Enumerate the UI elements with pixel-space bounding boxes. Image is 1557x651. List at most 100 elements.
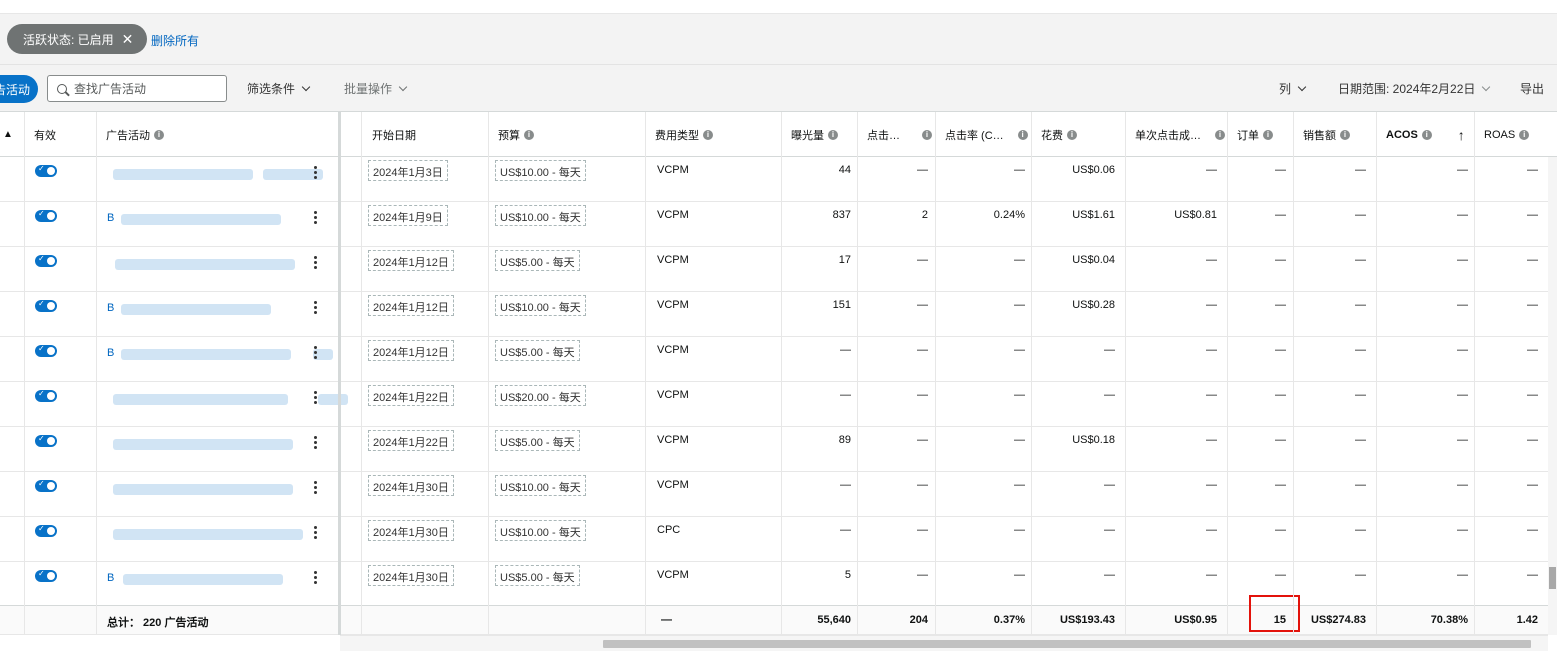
header-campaign[interactable]: 广告活动 i bbox=[96, 112, 164, 157]
budget-field[interactable]: US$5.00 - 每天 bbox=[495, 430, 580, 451]
info-icon[interactable]: i bbox=[524, 129, 534, 140]
status-filter-chip[interactable]: 活跃状态: 已启用 ✕ bbox=[7, 24, 148, 54]
active-toggle[interactable] bbox=[35, 524, 57, 537]
active-toggle[interactable] bbox=[35, 569, 57, 582]
campaign-name-link[interactable]: B bbox=[107, 302, 287, 316]
frozen-column-divider[interactable] bbox=[338, 112, 341, 635]
campaign-name-link[interactable] bbox=[107, 482, 293, 496]
info-icon[interactable]: i bbox=[1421, 129, 1432, 140]
budget-field[interactable]: US$10.00 - 每天 bbox=[495, 295, 586, 316]
start-date-field[interactable]: 2024年1月30日 bbox=[368, 520, 454, 541]
more-options-icon[interactable] bbox=[314, 436, 318, 450]
more-options-icon[interactable] bbox=[314, 526, 318, 540]
campaign-name-link[interactable] bbox=[107, 392, 348, 406]
campaign-name-link[interactable] bbox=[107, 257, 295, 271]
campaign-name-link[interactable] bbox=[107, 167, 323, 181]
remove-all-link[interactable]: 删除所有 bbox=[151, 32, 199, 49]
cell-orders: — bbox=[1275, 209, 1286, 221]
info-icon[interactable]: i bbox=[1340, 129, 1350, 140]
create-campaign-button[interactable]: 告活动 bbox=[0, 75, 38, 103]
campaign-name-link[interactable]: B bbox=[107, 212, 287, 226]
start-date-field[interactable]: 2024年1月9日 bbox=[368, 205, 448, 226]
more-options-icon[interactable] bbox=[314, 301, 318, 315]
more-options-icon[interactable] bbox=[314, 166, 318, 180]
budget-field[interactable]: US$10.00 - 每天 bbox=[495, 205, 586, 226]
campaign-name: B bbox=[107, 572, 115, 584]
vertical-scrollbar[interactable] bbox=[1548, 157, 1557, 635]
header-roas[interactable]: ROAS i bbox=[1474, 112, 1530, 157]
start-date-field[interactable]: 2024年1月12日 bbox=[368, 250, 454, 271]
redacted-name-blur bbox=[113, 394, 288, 405]
info-icon[interactable]: i bbox=[703, 129, 713, 140]
cell-spend: US$0.04 bbox=[1072, 254, 1115, 266]
export-button[interactable]: 导出 bbox=[1520, 80, 1544, 97]
budget-field[interactable]: US$5.00 - 每天 bbox=[495, 250, 580, 271]
campaign-name-link[interactable] bbox=[107, 527, 303, 541]
info-icon[interactable]: i bbox=[154, 129, 164, 140]
active-toggle[interactable] bbox=[35, 299, 57, 312]
columns-dropdown[interactable]: 列 bbox=[1279, 80, 1307, 97]
cell-roas: — bbox=[1527, 299, 1538, 311]
budget-field[interactable]: US$5.00 - 每天 bbox=[495, 340, 580, 361]
start-date-field[interactable]: 2024年1月30日 bbox=[368, 565, 454, 586]
more-options-icon[interactable] bbox=[314, 481, 318, 495]
cell-impressions: — bbox=[840, 524, 851, 536]
active-toggle[interactable] bbox=[35, 164, 57, 177]
campaign-name-link[interactable] bbox=[107, 437, 293, 451]
bulk-actions-dropdown[interactable]: 批量操作 bbox=[344, 80, 408, 97]
budget-field[interactable]: US$20.00 - 每天 bbox=[495, 385, 586, 406]
header-acos[interactable]: ACOS i ↑ bbox=[1376, 112, 1465, 157]
start-date-field[interactable]: 2024年1月22日 bbox=[368, 430, 454, 451]
campaign-name-link[interactable]: B bbox=[107, 572, 287, 586]
search-input[interactable]: 查找广告活动 bbox=[47, 75, 227, 102]
scrollbar-thumb[interactable] bbox=[1549, 567, 1556, 589]
start-date-field[interactable]: 2024年1月22日 bbox=[368, 385, 454, 406]
start-date-field[interactable]: 2024年1月12日 bbox=[368, 340, 454, 361]
info-icon[interactable]: i bbox=[828, 129, 838, 140]
campaign-name-link[interactable]: B bbox=[107, 347, 333, 361]
sort-arrow-up-icon[interactable]: ↑ bbox=[1458, 127, 1465, 143]
info-icon[interactable]: i bbox=[1067, 129, 1077, 140]
budget-field[interactable]: US$10.00 - 每天 bbox=[495, 520, 586, 541]
budget-field[interactable]: US$10.00 - 每天 bbox=[495, 475, 586, 496]
close-icon[interactable]: ✕ bbox=[122, 31, 134, 48]
horizontal-scrollbar[interactable] bbox=[340, 635, 1548, 651]
more-options-icon[interactable] bbox=[314, 211, 318, 225]
header-cpc[interactable]: 单次点击成… i bbox=[1125, 112, 1225, 157]
header-orders[interactable]: 订单 i bbox=[1227, 112, 1273, 157]
header-start-date[interactable]: 开始日期 bbox=[362, 112, 416, 157]
active-toggle[interactable] bbox=[35, 344, 57, 357]
more-options-icon[interactable] bbox=[314, 346, 318, 360]
more-options-icon[interactable] bbox=[314, 256, 318, 270]
more-options-icon[interactable] bbox=[314, 571, 318, 585]
header-clicks[interactable]: 点击… i bbox=[857, 112, 932, 157]
info-icon[interactable]: i bbox=[1263, 129, 1273, 140]
info-icon[interactable]: i bbox=[922, 129, 932, 140]
active-toggle[interactable] bbox=[35, 209, 57, 222]
active-toggle[interactable] bbox=[35, 434, 57, 447]
header-spend[interactable]: 花费 i bbox=[1031, 112, 1077, 157]
info-icon[interactable]: i bbox=[1017, 129, 1028, 140]
start-date-field[interactable]: 2024年1月30日 bbox=[368, 475, 454, 496]
header-active[interactable]: 有效 bbox=[24, 112, 56, 157]
filter-dropdown[interactable]: 筛选条件 bbox=[247, 80, 311, 97]
scrollbar-thumb[interactable] bbox=[603, 640, 1531, 648]
start-date-field[interactable]: 2024年1月12日 bbox=[368, 295, 454, 316]
header-ctr[interactable]: 点击率 (C… i bbox=[935, 112, 1028, 157]
date-range-dropdown[interactable]: 日期范围: 2024年2月22日 bbox=[1338, 80, 1491, 97]
active-toggle[interactable] bbox=[35, 479, 57, 492]
active-toggle[interactable] bbox=[35, 254, 57, 267]
more-options-icon[interactable] bbox=[314, 391, 318, 405]
cell-ctr: — bbox=[1014, 164, 1025, 176]
budget-field[interactable]: US$10.00 - 每天 bbox=[495, 160, 586, 181]
start-date-field[interactable]: 2024年1月3日 bbox=[368, 160, 448, 181]
header-sales[interactable]: 销售额 i bbox=[1293, 112, 1350, 157]
budget-field[interactable]: US$5.00 - 每天 bbox=[495, 565, 580, 586]
table-row: 2024年1月22日 US$20.00 - 每天 VCPM — — — — — — — — — bbox=[0, 382, 1548, 427]
header-cost-type[interactable]: 费用类型 i bbox=[645, 112, 713, 157]
header-budget[interactable]: 预算 i bbox=[488, 112, 534, 157]
active-toggle[interactable] bbox=[35, 389, 57, 402]
info-icon[interactable]: i bbox=[1215, 129, 1225, 140]
header-impressions[interactable]: 曝光量 i bbox=[781, 112, 838, 157]
info-icon[interactable]: i bbox=[1519, 129, 1530, 140]
